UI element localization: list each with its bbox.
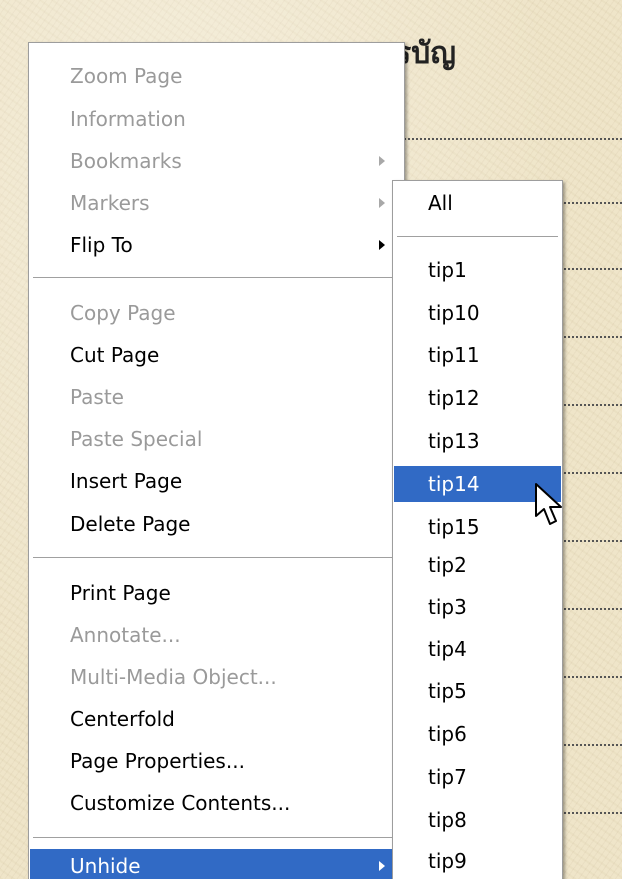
menu-item-paste[interactable]: Paste <box>30 380 403 414</box>
menu-item-copy-page[interactable]: Copy Page <box>30 296 403 330</box>
mouse-pointer-icon <box>535 483 562 525</box>
submenu-arrow-icon <box>379 156 385 166</box>
submenu-item-label: tip3 <box>428 595 467 619</box>
submenu-item-tip7[interactable]: tip7 <box>394 759 561 795</box>
menu-separator <box>397 236 558 238</box>
menu-item-label: Cut Page <box>70 343 160 367</box>
submenu-item-label: tip15 <box>428 515 480 539</box>
menu-item-multi-media-object[interactable]: Multi-Media Object... <box>30 660 403 694</box>
submenu-arrow-icon <box>379 198 385 208</box>
submenu-item-label: tip14 <box>428 472 480 496</box>
menu-item-label: Page Properties... <box>70 749 245 773</box>
submenu-item-label: tip4 <box>428 637 467 661</box>
menu-item-flip-to[interactable]: Flip To <box>30 228 403 262</box>
menu-item-label: Multi-Media Object... <box>70 665 277 689</box>
menu-separator <box>33 557 400 559</box>
submenu-item-label: All <box>428 191 453 215</box>
menu-separator <box>33 277 400 279</box>
dotted-leader <box>400 138 622 140</box>
submenu-item-tip10[interactable]: tip10 <box>394 295 561 331</box>
menu-item-label: Flip To <box>70 233 133 257</box>
menu-item-label: Annotate... <box>70 623 181 647</box>
menu-item-unhide[interactable]: Unhide <box>30 849 403 879</box>
menu-item-label: Information <box>70 107 186 131</box>
menu-item-page-properties[interactable]: Page Properties... <box>30 744 403 778</box>
submenu-item-label: tip11 <box>428 343 480 367</box>
menu-item-annotate[interactable]: Annotate... <box>30 618 403 652</box>
menu-item-label: Unhide <box>70 854 141 878</box>
submenu-item-tip3[interactable]: tip3 <box>394 589 561 625</box>
menu-item-label: Copy Page <box>70 301 176 325</box>
submenu-item-label: tip2 <box>428 553 467 577</box>
submenu-item-label: tip10 <box>428 301 480 325</box>
menu-item-zoom-page[interactable]: Zoom Page <box>30 59 403 93</box>
menu-item-bookmarks[interactable]: Bookmarks <box>30 144 403 178</box>
submenu-item-tip6[interactable]: tip6 <box>394 716 561 752</box>
menu-item-label: Zoom Page <box>70 64 183 88</box>
submenu-item-tip9[interactable]: tip9 <box>394 843 561 879</box>
submenu-item-label: tip8 <box>428 808 467 832</box>
submenu-item-label: tip6 <box>428 722 467 746</box>
menu-item-label: Paste Special <box>70 427 203 451</box>
menu-item-label: Customize Contents... <box>70 791 291 815</box>
submenu-arrow-icon <box>379 240 385 250</box>
submenu-item-label: tip5 <box>428 679 467 703</box>
submenu-item-tip11[interactable]: tip11 <box>394 337 561 373</box>
submenu-item-tip13[interactable]: tip13 <box>394 423 561 459</box>
submenu-item-tip2[interactable]: tip2 <box>394 547 561 583</box>
menu-item-label: Bookmarks <box>70 149 182 173</box>
menu-item-paste-special[interactable]: Paste Special <box>30 422 403 456</box>
submenu-item-all[interactable]: All <box>394 185 561 221</box>
menu-item-cut-page[interactable]: Cut Page <box>30 338 403 372</box>
menu-item-customize-contents[interactable]: Customize Contents... <box>30 786 403 820</box>
submenu-item-label: tip9 <box>428 849 467 873</box>
menu-item-label: Markers <box>70 191 150 215</box>
submenu-item-tip5[interactable]: tip5 <box>394 673 561 709</box>
menu-item-label: Delete Page <box>70 512 191 536</box>
submenu-item-tip4[interactable]: tip4 <box>394 631 561 667</box>
submenu-item-label: tip1 <box>428 258 467 282</box>
submenu-item-tip12[interactable]: tip12 <box>394 380 561 416</box>
submenu-item-tip8[interactable]: tip8 <box>394 802 561 838</box>
menu-item-label: Insert Page <box>70 469 183 493</box>
submenu-item-label: tip13 <box>428 429 480 453</box>
menu-item-markers[interactable]: Markers <box>30 186 403 220</box>
submenu-item-label: tip7 <box>428 765 467 789</box>
menu-item-label: Paste <box>70 385 124 409</box>
menu-item-label: Centerfold <box>70 707 175 731</box>
menu-item-print-page[interactable]: Print Page <box>30 576 403 610</box>
submenu-item-tip1[interactable]: tip1 <box>394 252 561 288</box>
flip-to-submenu: All tip1 tip10 tip11 tip12 tip13 tip14 t… <box>392 180 563 879</box>
context-menu: Zoom Page Information Bookmarks Markers … <box>28 42 405 879</box>
menu-item-insert-page[interactable]: Insert Page <box>30 464 403 498</box>
menu-item-information[interactable]: Information <box>30 102 403 136</box>
menu-item-label: Print Page <box>70 581 171 605</box>
menu-separator <box>33 837 400 839</box>
menu-item-centerfold[interactable]: Centerfold <box>30 702 403 736</box>
menu-item-delete-page[interactable]: Delete Page <box>30 507 403 541</box>
submenu-item-label: tip12 <box>428 386 480 410</box>
submenu-arrow-icon <box>379 861 385 871</box>
